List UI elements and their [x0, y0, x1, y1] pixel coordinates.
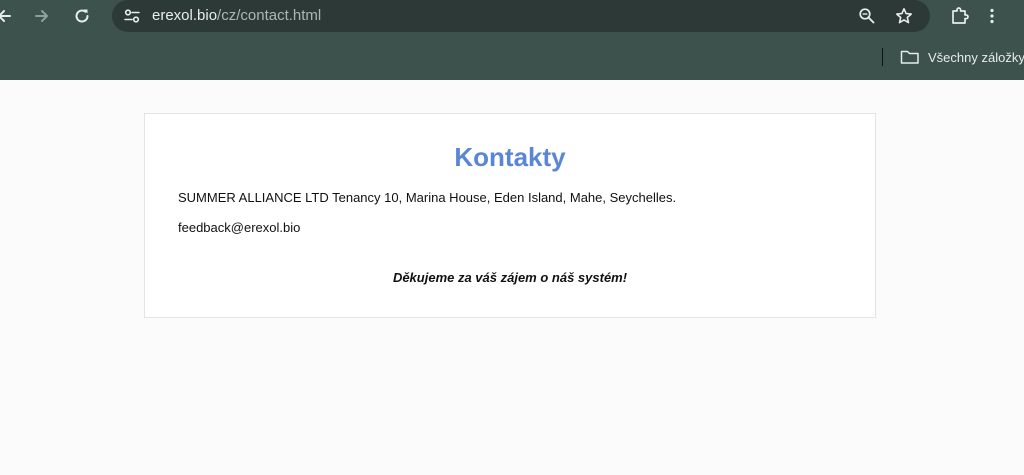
tune-icon	[124, 9, 140, 23]
url-host: erexol.bio	[152, 7, 218, 24]
browser-menu-button[interactable]	[980, 4, 1004, 28]
forward-button[interactable]	[30, 4, 54, 28]
all-bookmarks-label: Všechny záložky	[928, 49, 1024, 65]
bookmarks-divider	[882, 48, 883, 66]
company-address: SUMMER ALLIANCE LTD Tenancy 10, Marina H…	[178, 190, 677, 205]
reload-button[interactable]	[70, 4, 94, 28]
extensions-button[interactable]	[948, 4, 972, 28]
back-arrow-icon	[0, 10, 11, 22]
bookmarks-bar: Všechny záložky	[0, 40, 1024, 74]
url-text[interactable]: erexol.bio/cz/contact.html	[152, 7, 321, 24]
bookmark-star-button[interactable]	[892, 4, 916, 28]
site-info-button[interactable]	[120, 4, 144, 28]
zoom-button[interactable]	[855, 4, 879, 28]
reload-icon	[75, 9, 89, 23]
contact-card: Kontakty SUMMER ALLIANCE LTD Tenancy 10,…	[144, 113, 876, 318]
url-path: /cz/contact.html	[217, 7, 322, 24]
puzzle-icon	[952, 7, 969, 24]
all-bookmarks-folder[interactable]: Všechny záložky	[900, 47, 1024, 67]
browser-chrome: erexol.bio/cz/contact.html Všechny zálož…	[0, 0, 1024, 80]
zoom-icon	[859, 8, 875, 24]
contact-email: feedback@erexol.bio	[178, 220, 301, 235]
kebab-menu-icon	[990, 8, 994, 24]
thank-you-message: Děkujeme za váš zájem o náš systém!	[392, 270, 628, 285]
browser-toolbar: erexol.bio/cz/contact.html	[0, 0, 1024, 32]
address-bar[interactable]: erexol.bio/cz/contact.html	[112, 0, 930, 32]
folder-icon	[900, 50, 919, 64]
page-content: Kontakty SUMMER ALLIANCE LTD Tenancy 10,…	[0, 80, 1024, 475]
forward-arrow-icon	[35, 10, 48, 22]
star-icon	[896, 8, 912, 24]
page-title: Kontakty	[454, 142, 566, 172]
back-button[interactable]	[0, 4, 16, 28]
